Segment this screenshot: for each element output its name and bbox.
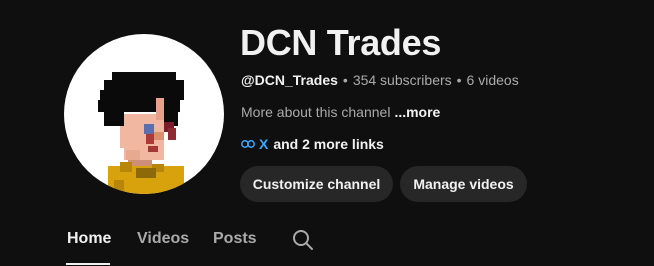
- customize-channel-button[interactable]: Customize channel: [240, 166, 393, 202]
- meta-separator: •: [342, 72, 348, 88]
- channel-handle: @DCN_Trades: [241, 72, 338, 88]
- meta-separator: •: [456, 72, 462, 88]
- search-icon[interactable]: [291, 228, 315, 252]
- about-text: More about this channel: [241, 104, 391, 120]
- tab-posts[interactable]: Posts: [213, 230, 257, 248]
- pixel-character-avatar: [98, 72, 184, 194]
- video-count: 6 videos: [466, 72, 519, 88]
- channel-avatar[interactable]: [64, 34, 224, 194]
- channel-about[interactable]: More about this channel ...more: [241, 104, 440, 120]
- tab-home[interactable]: Home: [67, 230, 111, 248]
- channel-meta: @DCN_Trades • 354 subscribers • 6 videos: [241, 72, 519, 88]
- tab-videos[interactable]: Videos: [137, 230, 189, 248]
- channel-links[interactable]: X and 2 more links: [241, 136, 384, 152]
- channel-title: DCN Trades: [240, 22, 442, 63]
- manage-videos-button[interactable]: Manage videos: [400, 166, 527, 202]
- active-tab-indicator: [66, 263, 110, 265]
- channel-tabs: Home Videos Posts: [0, 224, 654, 266]
- link-icon: [241, 139, 255, 149]
- subscriber-count: 354 subscribers: [352, 72, 452, 88]
- about-more-link[interactable]: ...more: [394, 104, 440, 120]
- more-links-text[interactable]: and 2 more links: [273, 136, 383, 152]
- x-link[interactable]: X: [259, 136, 268, 152]
